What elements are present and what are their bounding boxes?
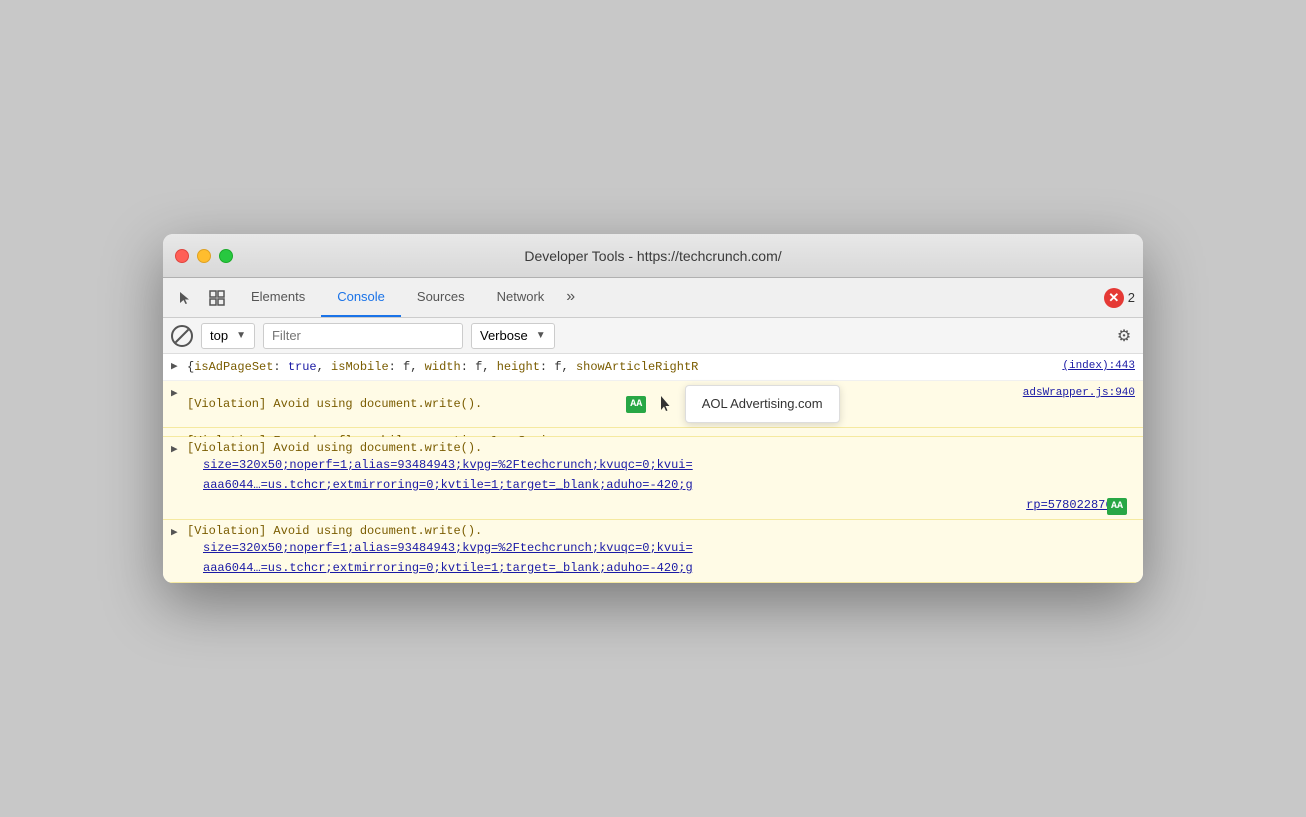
url-link[interactable]: aaa6044…=us.tchcr;extmirroring=0;kvtile=… bbox=[203, 561, 693, 575]
traffic-lights bbox=[175, 249, 233, 263]
console-line-violation-multi: ▶ [Violation] Avoid using document.write… bbox=[163, 437, 1143, 520]
url-link[interactable]: size=320x50;noperf=1;alias=93484943;kvpg… bbox=[203, 458, 693, 472]
url-link[interactable]: aaa6044…=us.tchcr;extmirroring=0;kvtile=… bbox=[203, 478, 693, 492]
cursor-tool-icon[interactable] bbox=[171, 284, 199, 312]
expand-arrow-icon[interactable]: ▶ bbox=[171, 525, 178, 539]
console-line: ▶ {isAdPageSet: true, isMobile: f, width… bbox=[163, 354, 1143, 381]
expand-arrow-icon[interactable]: ▶ bbox=[171, 386, 178, 403]
tab-console[interactable]: Console bbox=[321, 278, 401, 317]
close-button[interactable] bbox=[175, 249, 189, 263]
tab-bar: Elements Console Sources Network » bbox=[235, 278, 1100, 317]
toolbar-right: ✕ 2 bbox=[1104, 288, 1135, 308]
chevron-down-icon: ▼ bbox=[536, 330, 546, 341]
console-line-violation-multi-2: ▶ [Violation] Avoid using document.write… bbox=[163, 520, 1143, 583]
chevron-down-icon: ▼ bbox=[236, 330, 246, 341]
error-icon: ✕ bbox=[1104, 288, 1124, 308]
devtools-window: Developer Tools - https://techcrunch.com… bbox=[163, 234, 1143, 583]
main-toolbar: Elements Console Sources Network » ✕ 2 bbox=[163, 278, 1143, 318]
console-line-text: [Violation] Avoid using document.write()… bbox=[187, 524, 1135, 538]
tab-sources[interactable]: Sources bbox=[401, 278, 481, 317]
tab-network[interactable]: Network bbox=[481, 278, 561, 317]
console-line-text: [Violation] Avoid using document.write()… bbox=[187, 441, 1135, 455]
error-badge: ✕ 2 bbox=[1104, 288, 1135, 308]
aa-badge: AA bbox=[626, 396, 646, 413]
console-output: ▶ {isAdPageSet: true, isMobile: f, width… bbox=[163, 354, 1143, 583]
expand-arrow-icon[interactable]: ▶ bbox=[171, 442, 178, 456]
window-title: Developer Tools - https://techcrunch.com… bbox=[524, 248, 781, 264]
tab-elements[interactable]: Elements bbox=[235, 278, 321, 317]
url-link[interactable]: size=320x50;noperf=1;alias=93484943;kvpg… bbox=[203, 541, 693, 555]
error-count: 2 bbox=[1128, 290, 1135, 305]
tooltip: AOL Advertising.com bbox=[685, 385, 840, 423]
verbose-selector[interactable]: Verbose ▼ bbox=[471, 323, 555, 349]
source-link[interactable]: adsWrapper.js:940 bbox=[1023, 385, 1135, 402]
expand-arrow-icon[interactable]: ▶ bbox=[171, 359, 178, 376]
console-toolbar: top ▼ Verbose ▼ ⚙ bbox=[163, 318, 1143, 354]
clear-console-button[interactable] bbox=[171, 325, 193, 347]
titlebar: Developer Tools - https://techcrunch.com… bbox=[163, 234, 1143, 278]
minimize-button[interactable] bbox=[197, 249, 211, 263]
filter-input[interactable] bbox=[263, 323, 463, 349]
more-tabs-button[interactable]: » bbox=[560, 278, 581, 317]
settings-icon[interactable]: ⚙ bbox=[1113, 325, 1135, 347]
fullscreen-button[interactable] bbox=[219, 249, 233, 263]
inspect-icon[interactable] bbox=[203, 284, 231, 312]
console-line-violation-1: ▶ [Violation] Avoid using document.write… bbox=[163, 381, 1143, 428]
aa-badge: AA bbox=[1107, 498, 1127, 515]
context-selector[interactable]: top ▼ bbox=[201, 323, 255, 349]
source-link[interactable]: (index):443 bbox=[1062, 358, 1135, 375]
console-line-violation-reflow: [Violation] Forced reflow while executin… bbox=[163, 428, 1143, 437]
